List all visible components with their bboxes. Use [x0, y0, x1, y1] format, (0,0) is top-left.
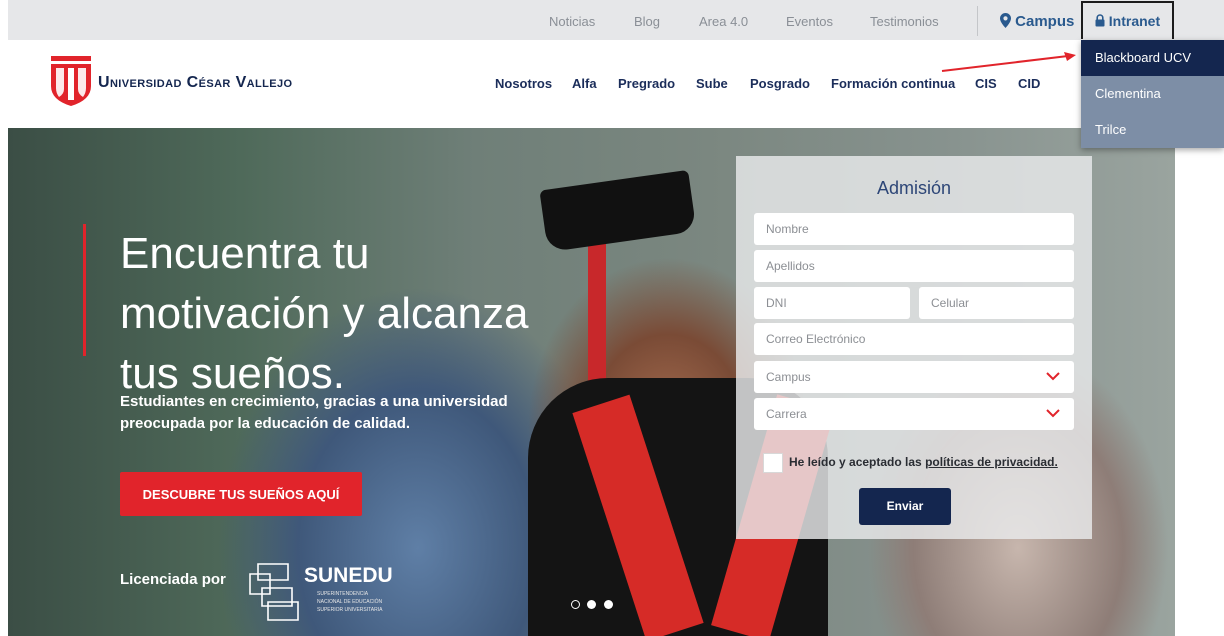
menu-item-trilce[interactable]: Trilce	[1081, 112, 1224, 148]
lock-icon	[1095, 14, 1105, 27]
headline-line: Encuentra tu	[120, 229, 370, 278]
topbar-link-blog[interactable]: Blog	[634, 0, 660, 40]
menu-item-clementina[interactable]: Clementina	[1081, 76, 1224, 112]
carousel-dot-1[interactable]	[571, 600, 580, 609]
utility-bar: Noticias Blog Area 4.0 Eventos Testimoni…	[8, 0, 1224, 40]
topbar-divider	[977, 6, 978, 36]
annotation-arrow-icon	[941, 52, 1076, 72]
nav-alfa[interactable]: Alfa	[572, 76, 597, 91]
apellidos-field[interactable]: Apellidos	[754, 250, 1074, 282]
headline-line: motivación y alcanza	[120, 289, 529, 338]
privacy-consent-prefix: He leído y aceptado las	[789, 455, 922, 469]
topbar-link-noticias[interactable]: Noticias	[549, 0, 595, 40]
nav-cid[interactable]: CID	[1018, 76, 1040, 91]
form-title: Admisión	[876, 178, 952, 198]
celular-field[interactable]: Celular	[919, 287, 1074, 319]
privacy-checkbox[interactable]	[763, 453, 783, 473]
sunedu-subtitle: SUPERINTENDENCIA NACIONAL DE EDUCACIÓN S…	[317, 590, 382, 614]
nav-nosotros[interactable]: Nosotros	[495, 76, 552, 91]
sunedu-name: SUNEDU	[304, 564, 393, 587]
privacy-consent-text: He leído y aceptado las políticas de pri…	[789, 455, 1058, 469]
email-field[interactable]: Correo Electrónico	[754, 323, 1074, 355]
nav-formacion-continua[interactable]: Formación continua	[831, 76, 955, 91]
intranet-label: Intranet	[1108, 13, 1161, 29]
intranet-dropdown: Blackboard UCV Clementina Trilce	[1081, 40, 1224, 148]
dni-field[interactable]: DNI	[754, 287, 910, 319]
sunedu-subtitle-line: NACIONAL DE EDUCACIÓN	[317, 599, 383, 605]
sunedu-subtitle-line: SUPERINTENDENCIA	[317, 591, 369, 597]
chevron-down-icon	[1046, 372, 1060, 381]
hero-subheadline: Estudiantes en crecimiento, gracias a un…	[120, 393, 508, 432]
map-pin-icon	[1000, 13, 1011, 28]
admission-form: Admisión Nombre Apellidos DNI Celular Co…	[736, 156, 1092, 539]
privacy-policy-link[interactable]: políticas de privacidad.	[925, 455, 1058, 469]
headline-accent-rule	[83, 224, 86, 356]
licensed-by-label: Licenciada por	[120, 571, 226, 588]
topbar-link-testimonios[interactable]: Testimonios	[870, 0, 939, 40]
campus-link[interactable]: Campus	[1000, 0, 1074, 40]
brand-name[interactable]: Universidad César Vallejo	[98, 74, 292, 92]
carousel-dot-3[interactable]	[603, 600, 613, 609]
ucv-logo-icon[interactable]	[51, 56, 91, 111]
chevron-down-icon	[1046, 409, 1060, 418]
sunedu-subtitle-line: SUPERIOR UNIVERSITARIA	[317, 607, 383, 613]
nav-cis[interactable]: CIS	[975, 76, 997, 91]
carousel-indicators	[571, 596, 616, 614]
nav-posgrado[interactable]: Posgrado	[750, 76, 810, 91]
discover-dreams-button[interactable]: DESCUBRE TUS SUEÑOS AQUÍ	[120, 472, 362, 516]
campus-select-value: Campus	[766, 370, 811, 384]
nav-pregrado[interactable]: Pregrado	[618, 76, 675, 91]
menu-item-blackboard-ucv[interactable]: Blackboard UCV	[1081, 40, 1224, 76]
topbar-link-eventos[interactable]: Eventos	[786, 0, 833, 40]
carrera-select[interactable]: Carrera	[754, 398, 1074, 430]
nombre-field[interactable]: Nombre	[754, 213, 1074, 245]
sunedu-logo-icon	[249, 563, 299, 621]
topbar-link-area[interactable]: Area 4.0	[699, 0, 748, 40]
campus-label: Campus	[1015, 13, 1075, 30]
carrera-select-value: Carrera	[766, 407, 807, 421]
campus-select[interactable]: Campus	[754, 361, 1074, 393]
hero-headline: Encuentra tu motivación y alcanza tus su…	[120, 224, 600, 404]
submit-button[interactable]: Enviar	[859, 488, 951, 525]
nav-sube[interactable]: Sube	[696, 76, 728, 91]
intranet-button[interactable]: Intranet	[1081, 1, 1174, 39]
carousel-dot-2[interactable]	[587, 600, 597, 609]
